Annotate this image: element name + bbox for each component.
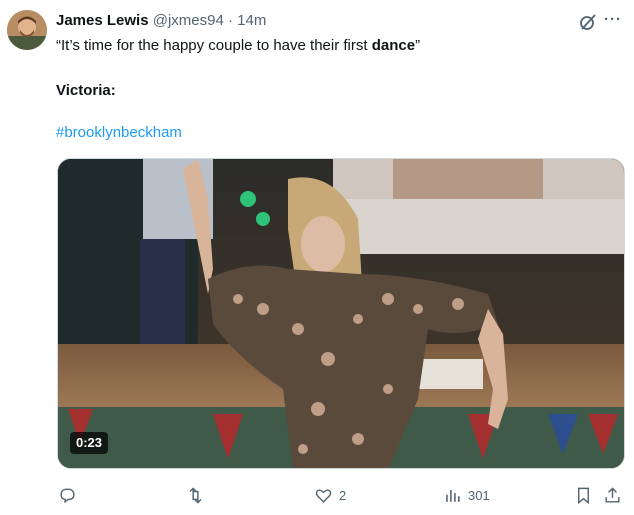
like-button[interactable]: 2 [314,483,346,507]
author-avatar[interactable] [7,10,47,50]
views-icon [446,489,460,502]
post-text-quote: “It’s time for the happy couple to have … [56,37,372,54]
post-header: James Lewis @jxmes94 · 14m [56,11,266,31]
bookmark-icon [578,487,589,504]
post-text-quote-close: ” [415,37,421,54]
heart-icon [315,488,332,503]
video-duration-badge: 0:23 [70,432,109,454]
bookmark-button[interactable] [574,483,593,507]
separator-dot: · [228,12,233,29]
post-actions-bar: 2 301 [0,483,634,507]
share-button[interactable] [603,483,622,507]
hashtag-link[interactable]: #brooklynbeckham [56,123,182,143]
reply-icon [60,487,75,503]
view-count: 301 [468,487,490,503]
repost-icon [189,486,202,504]
post-timestamp[interactable]: 14m [237,12,266,29]
grok-icon[interactable] [578,12,598,32]
repost-button[interactable] [186,483,211,507]
like-count: 2 [339,487,347,503]
share-icon [605,486,620,503]
author-name[interactable]: James Lewis [56,12,149,29]
video-player[interactable] [57,158,625,469]
video-thumbnail [58,159,624,468]
more-options-icon[interactable]: ··· [604,12,626,32]
post-text-line1: “It’s time for the happy couple to have … [56,36,420,56]
post-text-line2: Victoria: [56,82,116,99]
reply-button[interactable] [58,483,83,507]
post-text-bold-word: dance [371,37,416,54]
views-button[interactable]: 301 [443,483,490,507]
author-handle[interactable]: @jxmes94 [153,12,224,29]
